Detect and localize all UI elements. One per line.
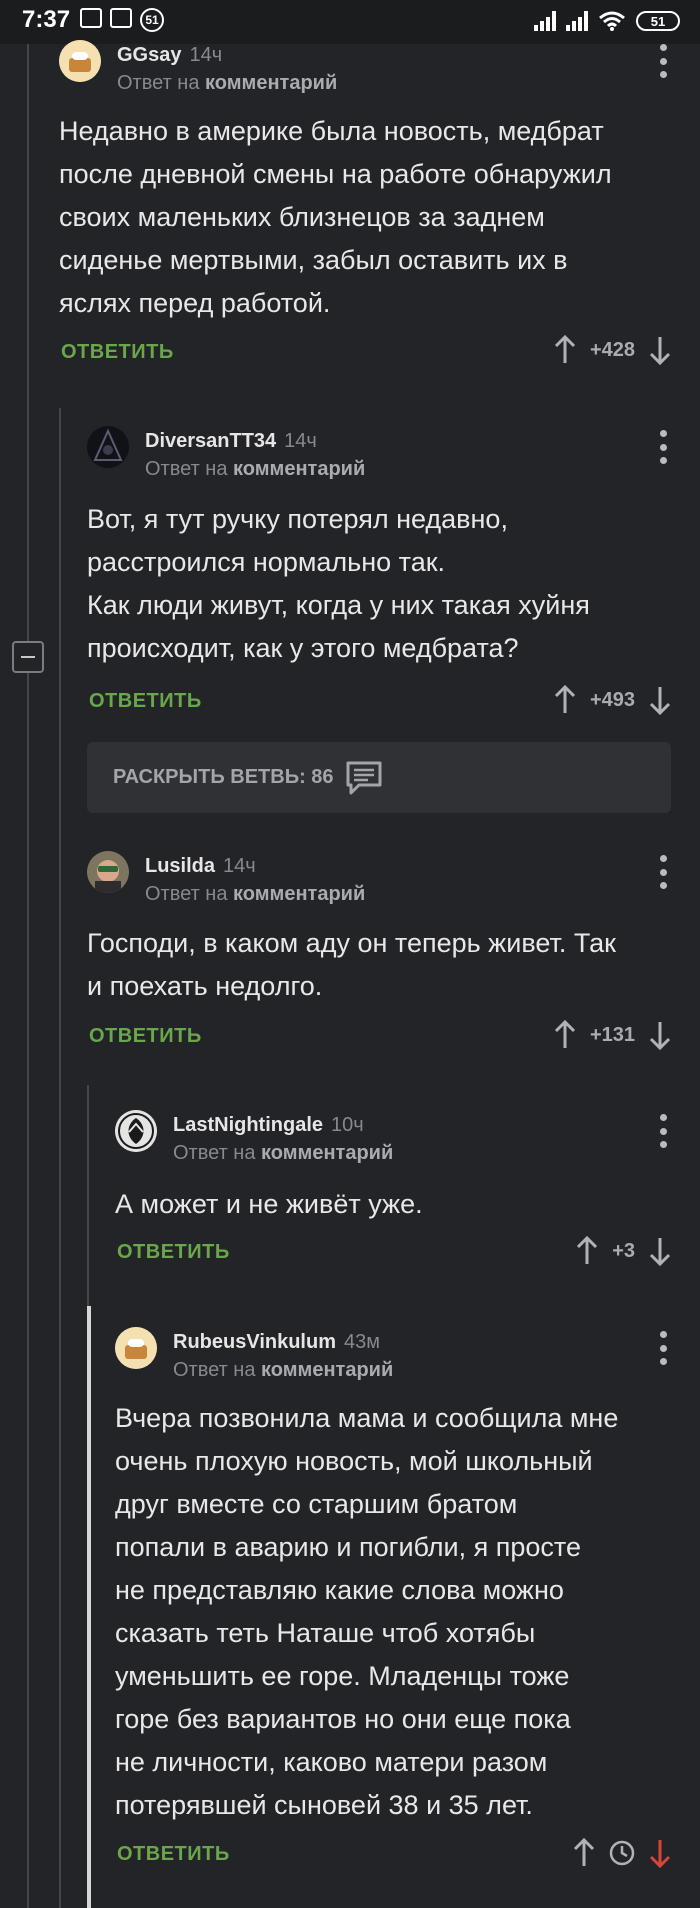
avatar[interactable]	[87, 426, 129, 468]
upvote-icon[interactable]	[573, 1838, 595, 1868]
reply-to[interactable]: Ответ на комментарий	[145, 458, 365, 481]
comment-body: Недавно в америке была новость, медбрат …	[59, 116, 612, 318]
thread-line	[87, 1306, 91, 1908]
comment-body: Вчера позвонила мама и сообщила мне очен…	[115, 1403, 619, 1820]
more-options-icon[interactable]	[659, 44, 667, 78]
clock: 7:37	[22, 6, 71, 33]
comment-time: 43м	[344, 1331, 380, 1353]
wifi-icon	[599, 11, 625, 31]
comment: RubeusVinkulum 43м Ответ на комментарий В…	[115, 1327, 671, 1887]
notification-count-badge: 51	[140, 8, 164, 32]
rating: +493	[589, 688, 635, 711]
thread-line	[59, 408, 61, 1908]
thread-line	[27, 673, 29, 1908]
reply-button[interactable]: ОТВЕТИТЬ	[117, 1843, 230, 1866]
comment-body: Вот, я тут ручку потерял недавно, расстр…	[87, 504, 590, 663]
signal-icon	[534, 11, 556, 31]
clock-icon	[609, 1840, 635, 1866]
reply-button[interactable]: ОТВЕТИТЬ	[61, 341, 174, 364]
more-options-icon[interactable]	[659, 1331, 667, 1365]
comment-body: Господи, в каком аду он теперь живет. Та…	[87, 928, 616, 1001]
more-options-icon[interactable]	[659, 430, 667, 464]
avatar[interactable]	[115, 1110, 157, 1152]
reply-button[interactable]: ОТВЕТИТЬ	[117, 1241, 230, 1264]
comment-author[interactable]: LastNightingale 10ч	[173, 1114, 364, 1137]
comment-author[interactable]: DiversanTT34 14ч	[145, 430, 317, 453]
downvote-icon[interactable]	[649, 1020, 671, 1050]
comment: LastNightingale 10ч Ответ на комментарий …	[115, 1110, 671, 1270]
reply-to[interactable]: Ответ на комментарий	[145, 883, 365, 906]
comment: Lusilda 14ч Ответ на комментарий Господи,…	[87, 851, 671, 1051]
rating: +3	[612, 1239, 635, 1262]
comment: GGsay 14ч Ответ на комментарий Недавно в …	[59, 40, 671, 370]
upvote-icon[interactable]	[554, 335, 576, 365]
app-icon	[110, 8, 132, 28]
more-options-icon[interactable]	[659, 855, 667, 889]
comment-time: 14ч	[189, 44, 223, 66]
rating: +428	[589, 338, 635, 361]
comment: DiversanTT34 14ч Ответ на комментарий Вот…	[87, 426, 671, 716]
comment-time: 14ч	[223, 855, 256, 877]
comments-icon	[346, 761, 382, 795]
avatar[interactable]	[87, 851, 129, 893]
comment-body: А может и не живёт уже.	[115, 1189, 423, 1219]
mail-icon	[80, 8, 102, 28]
reply-to[interactable]: Ответ на комментарий	[173, 1359, 393, 1382]
comment-author[interactable]: GGsay 14ч	[117, 44, 222, 67]
reply-button[interactable]: ОТВЕТИТЬ	[89, 1025, 202, 1048]
rating: +131	[589, 1023, 635, 1046]
comment-time: 14ч	[284, 430, 317, 452]
status-bar: 7:37 51 51	[0, 0, 700, 44]
battery-icon: 51	[636, 11, 680, 31]
collapse-thread-button[interactable]	[12, 641, 44, 673]
downvote-icon[interactable]	[649, 335, 671, 365]
more-options-icon[interactable]	[659, 1114, 667, 1148]
expand-branch-button[interactable]: РАСКРЫТЬ ВЕТВЬ: 86	[87, 742, 671, 813]
downvote-icon[interactable]	[649, 1236, 671, 1266]
comment-time: 10ч	[331, 1114, 364, 1136]
reply-button[interactable]: ОТВЕТИТЬ	[89, 690, 202, 713]
upvote-icon[interactable]	[554, 1020, 576, 1050]
reply-to[interactable]: Ответ на комментарий	[117, 72, 337, 95]
upvote-icon[interactable]	[576, 1236, 598, 1266]
thread-line	[27, 44, 29, 641]
avatar[interactable]	[59, 40, 101, 82]
comment-author[interactable]: Lusilda 14ч	[145, 855, 256, 878]
upvote-icon[interactable]	[554, 685, 576, 715]
comment-author[interactable]: RubeusVinkulum 43м	[173, 1331, 380, 1354]
signal-icon	[566, 11, 588, 31]
avatar[interactable]	[115, 1327, 157, 1369]
downvote-icon[interactable]	[649, 1838, 671, 1868]
expand-branch-label: РАСКРЫТЬ ВЕТВЬ: 86	[113, 766, 334, 788]
reply-to[interactable]: Ответ на комментарий	[173, 1142, 393, 1165]
downvote-icon[interactable]	[649, 685, 671, 715]
